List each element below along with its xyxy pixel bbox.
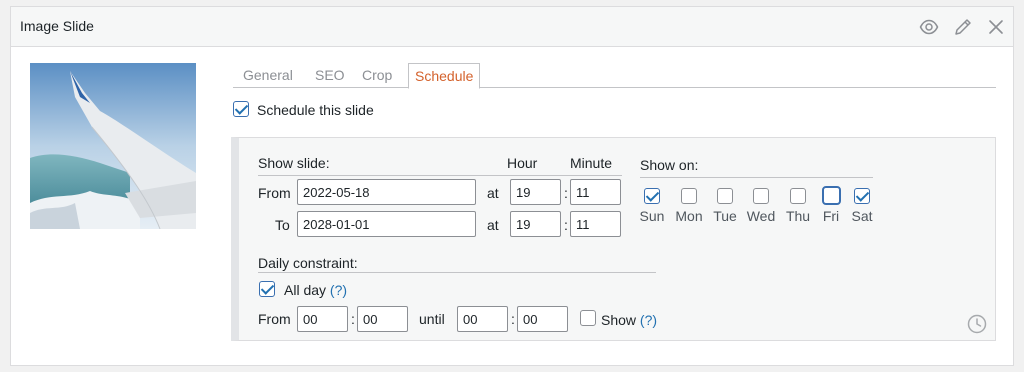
from-label: From: [258, 185, 291, 201]
show-label: Show (?): [601, 312, 657, 328]
day-thu-checkbox[interactable]: [790, 188, 806, 204]
daily-until-hour-input[interactable]: 00: [457, 306, 508, 332]
day-sat-label: Sat: [851, 208, 873, 224]
daily-from-minute-input[interactable]: 00: [357, 306, 408, 332]
slide-thumbnail: [30, 63, 196, 229]
close-icon[interactable]: [986, 17, 1006, 37]
to-colon: :: [564, 217, 568, 233]
show-text: Show: [601, 312, 637, 328]
day-sun-checkbox[interactable]: [644, 188, 660, 204]
minute-heading: Minute: [570, 155, 613, 171]
image-slide-panel: Image Slide General SEO Crop Schedule Sc…: [10, 6, 1014, 366]
daily-from-hour-input[interactable]: 00: [297, 306, 348, 332]
tab-crop[interactable]: Crop: [362, 67, 392, 83]
daily-from-colon: :: [351, 311, 355, 327]
show-slide-heading: Show slide:: [258, 155, 330, 171]
from-colon: :: [564, 185, 568, 201]
settings-tabs: General SEO Crop Schedule: [233, 63, 996, 89]
all-day-text: All day: [284, 282, 327, 298]
panel-header: Image Slide: [11, 7, 1013, 47]
daily-constraint-divider: [258, 272, 656, 273]
pencil-icon[interactable]: [953, 17, 973, 37]
to-minute-input[interactable]: 11: [570, 211, 621, 237]
day-tue-checkbox[interactable]: [717, 188, 733, 204]
show-on-heading: Show on:: [640, 157, 699, 173]
day-fri-checkbox[interactable]: [822, 186, 841, 205]
to-label: To: [275, 217, 290, 233]
to-at-label: at: [487, 217, 499, 233]
show-checkbox[interactable]: [580, 310, 596, 326]
show-on-divider: [640, 177, 873, 178]
clock-icon[interactable]: [967, 314, 987, 334]
day-sun-label: Sun: [639, 208, 665, 224]
from-minute-input[interactable]: 11: [570, 179, 621, 205]
all-day-checkbox[interactable]: [259, 281, 275, 297]
tab-seo[interactable]: SEO: [315, 67, 345, 83]
from-hour-input[interactable]: 19: [510, 179, 561, 205]
from-date-input[interactable]: 2022-05-18: [297, 179, 476, 205]
day-mon-label: Mon: [675, 208, 703, 224]
daily-until-minute-input[interactable]: 00: [517, 306, 568, 332]
daily-until-colon: :: [511, 311, 515, 327]
panel-title: Image Slide: [20, 18, 94, 34]
day-mon-checkbox[interactable]: [681, 188, 697, 204]
day-sat-checkbox[interactable]: [854, 188, 870, 204]
day-wed-checkbox[interactable]: [753, 188, 769, 204]
schedule-this-slide-label: Schedule this slide: [257, 102, 374, 118]
daily-constraint-heading: Daily constraint:: [258, 255, 358, 271]
schedule-this-slide-checkbox[interactable]: [233, 101, 249, 117]
from-at-label: at: [487, 185, 499, 201]
hour-heading: Hour: [507, 155, 538, 171]
to-hour-input[interactable]: 19: [510, 211, 561, 237]
daily-from-label: From: [258, 311, 291, 327]
day-tue-label: Tue: [713, 208, 737, 224]
day-wed-label: Wed: [746, 208, 776, 224]
tab-general[interactable]: General: [243, 67, 293, 83]
all-day-help-link[interactable]: (?): [330, 282, 347, 298]
until-label: until: [419, 311, 445, 327]
all-day-label: All day (?): [284, 282, 347, 298]
schedule-settings-box: Show slide: Hour Minute From 2022-05-18 …: [231, 137, 996, 341]
to-date-input[interactable]: 2028-01-01: [297, 211, 476, 237]
tab-schedule[interactable]: Schedule: [408, 63, 481, 89]
show-help-link[interactable]: (?): [640, 312, 657, 328]
eye-icon[interactable]: [919, 17, 939, 37]
show-slide-divider: [258, 175, 622, 176]
